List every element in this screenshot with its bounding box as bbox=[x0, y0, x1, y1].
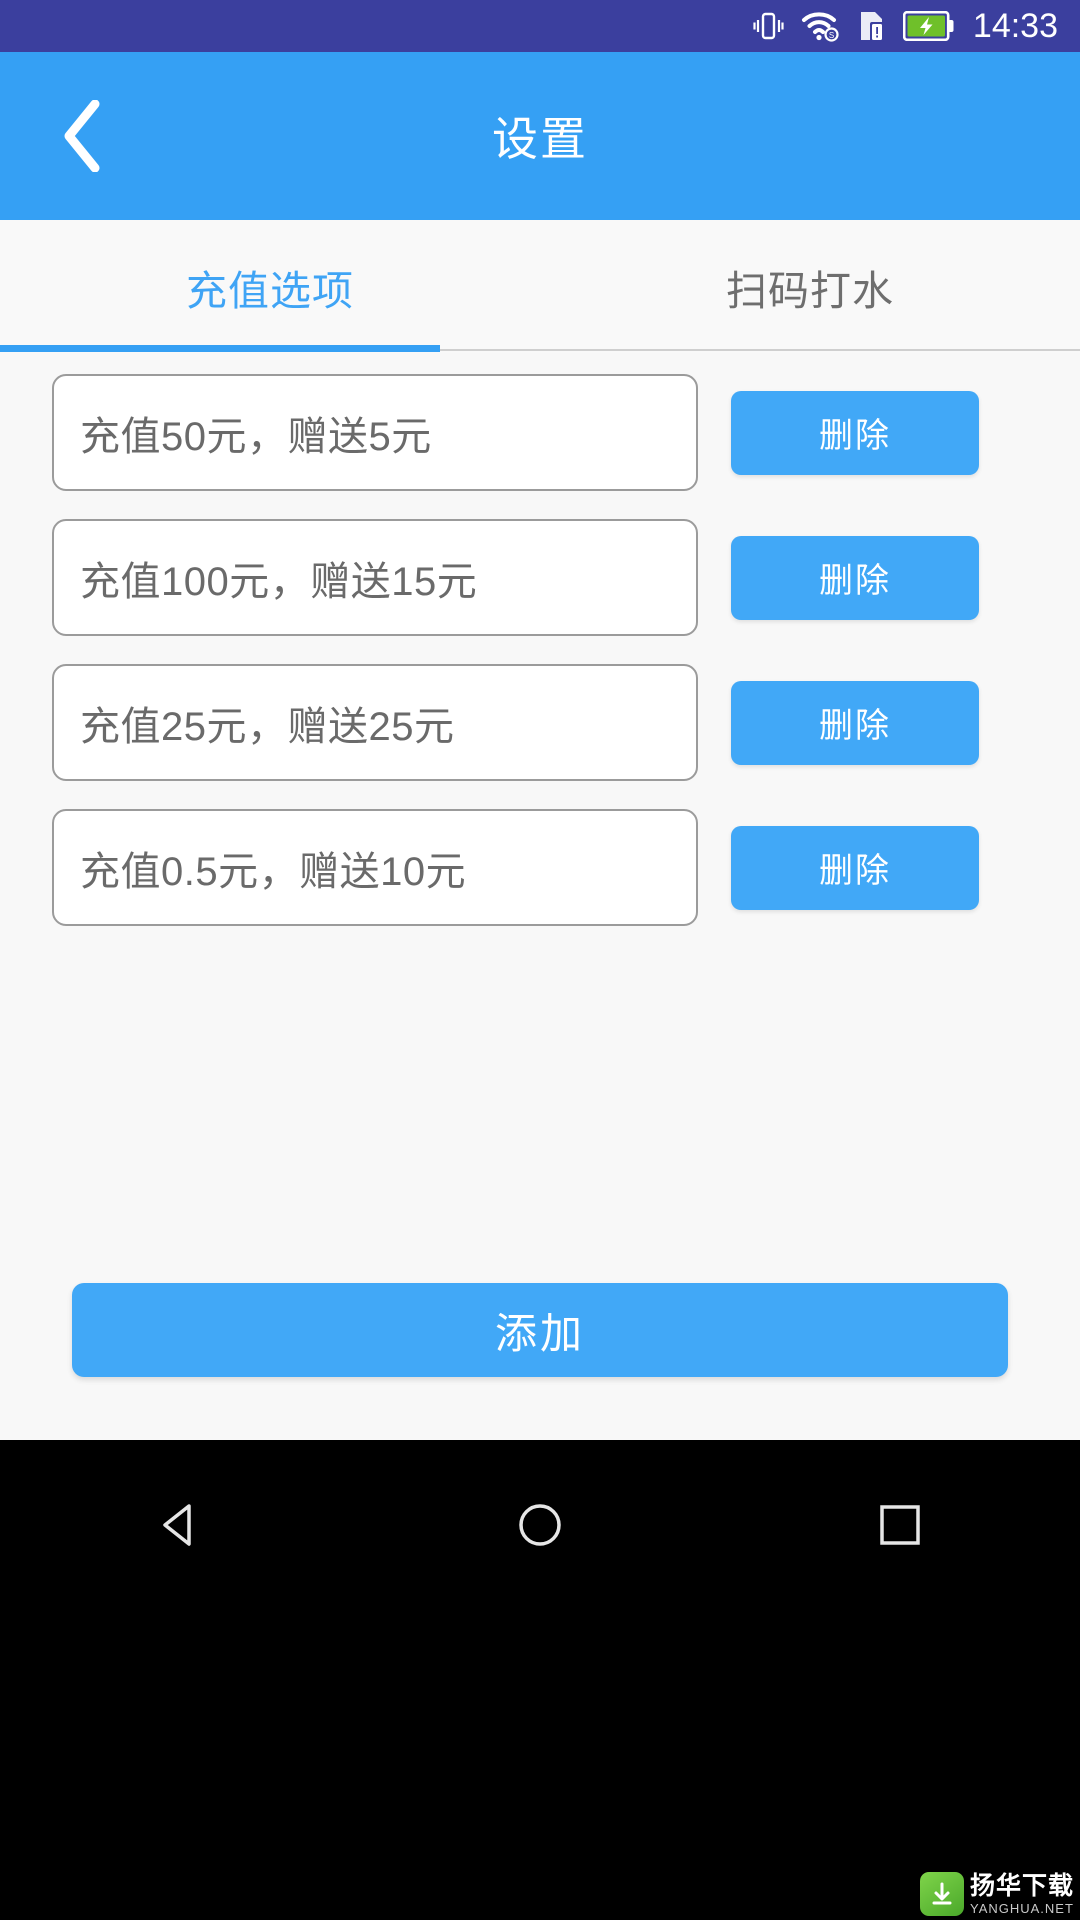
nav-home-icon bbox=[519, 1504, 561, 1546]
phone-screen: S 14:33 设置 充值选项 扫码打水 充值50元，赠送5元 删除 充值100… bbox=[0, 0, 1080, 1920]
list-item: 充值0.5元，赠送10元 删除 bbox=[0, 795, 1080, 940]
battery-charging-icon bbox=[902, 11, 954, 41]
android-navigation-bar: 扬华下载 YANGHUA.NET bbox=[0, 1440, 1080, 1920]
watermark: 扬华下载 YANGHUA.NET bbox=[919, 1871, 1074, 1916]
list-item: 充值50元，赠送5元 删除 bbox=[0, 360, 1080, 505]
recharge-option-value: 充值0.5元，赠送10元 bbox=[80, 849, 467, 894]
app-bar: 设置 bbox=[0, 52, 1080, 220]
nav-back-icon bbox=[163, 1504, 191, 1546]
delete-button[interactable]: 删除 bbox=[731, 535, 979, 620]
recharge-option-value: 充值25元，赠送25元 bbox=[80, 704, 455, 749]
tab-recharge-options[interactable]: 充值选项 bbox=[0, 220, 540, 353]
list-item: 充值25元，赠送25元 删除 bbox=[0, 650, 1080, 795]
tab-scan-code-water[interactable]: 扫码打水 bbox=[540, 220, 1080, 353]
sim-card-alert-icon bbox=[860, 12, 884, 42]
add-button[interactable]: 添加 bbox=[72, 1283, 1008, 1377]
status-bar-time: 14:33 bbox=[972, 7, 1058, 45]
recharge-option-value: 充值50元，赠送5元 bbox=[80, 414, 432, 459]
android-navigation-buttons bbox=[0, 1460, 1080, 1590]
download-arrow-icon bbox=[932, 1882, 952, 1905]
recharge-option-input[interactable]: 充值25元，赠送25元 bbox=[52, 664, 698, 781]
recharge-options-list: 充值50元，赠送5元 删除 充值100元，赠送15元 删除 充值25元，赠送25… bbox=[0, 360, 1080, 940]
delete-button[interactable]: 删除 bbox=[731, 680, 979, 765]
delete-button[interactable]: 删除 bbox=[731, 390, 979, 475]
vibrate-icon bbox=[753, 12, 784, 40]
watermark-subtitle: YANGHUA.NET bbox=[969, 1900, 1074, 1916]
wifi-icon: S bbox=[801, 12, 839, 42]
status-bar: S 14:33 bbox=[0, 0, 1080, 52]
tab-bar: 充值选项 扫码打水 bbox=[0, 220, 1080, 353]
recharge-option-input[interactable]: 充值100元，赠送15元 bbox=[52, 519, 698, 636]
svg-text:S: S bbox=[829, 31, 834, 40]
recharge-option-input[interactable]: 充值0.5元，赠送10元 bbox=[52, 809, 698, 926]
status-bar-icons: S bbox=[751, 9, 955, 43]
watermark-text: 扬华下载 YANGHUA.NET bbox=[969, 1871, 1074, 1916]
watermark-logo-icon bbox=[919, 1872, 964, 1916]
recharge-option-value: 充值100元，赠送15元 bbox=[80, 559, 478, 604]
page-title: 设置 bbox=[492, 113, 588, 165]
nav-recents-button[interactable] bbox=[825, 1460, 975, 1590]
watermark-title: 扬华下载 bbox=[969, 1871, 1074, 1900]
nav-recents-icon bbox=[880, 1505, 920, 1545]
recharge-option-input[interactable]: 充值50元，赠送5元 bbox=[52, 374, 698, 491]
list-item: 充值100元，赠送15元 删除 bbox=[0, 505, 1080, 650]
delete-button[interactable]: 删除 bbox=[731, 825, 979, 910]
nav-home-button[interactable] bbox=[465, 1460, 615, 1590]
tab-active-indicator bbox=[0, 345, 440, 352]
nav-back-button[interactable] bbox=[105, 1460, 255, 1590]
